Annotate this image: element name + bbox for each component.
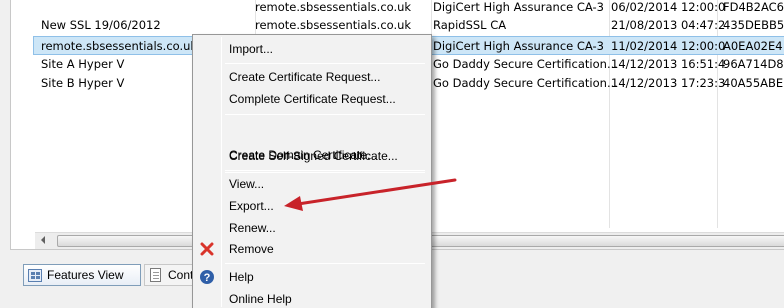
menu-item-create-self-signed-certificate[interactable]: Create Self-Signed Certificate... [195, 145, 429, 167]
cert-expiration: 14/12/2013 16:51:41 [611, 57, 726, 71]
menu-separator [225, 63, 425, 64]
cert-issued-to: remote.sbsessentials.co.uk [255, 18, 412, 32]
features-view-icon [28, 269, 42, 282]
menu-item-label: Export... [229, 199, 274, 213]
menu-item-label: Create Certificate Request... [229, 70, 381, 84]
menu-item-import[interactable]: Import... [195, 38, 429, 60]
cert-hash: A0EA02E4 [723, 39, 783, 53]
help-icon: ? [199, 269, 215, 285]
menu-separator [225, 114, 425, 115]
menu-item-label: Help [229, 270, 254, 284]
cert-expiration: 11/02/2014 12:00:00 [611, 39, 726, 53]
cert-hash: 96A714D8 [723, 57, 784, 71]
menu-item-label: Remove [229, 242, 274, 256]
cert-name: New SSL 19/06/2012 [41, 18, 161, 32]
features-view-label: Features View [47, 268, 124, 282]
cert-hash: 40A55ABE [723, 76, 784, 90]
red-x-icon [199, 241, 215, 257]
features-view-tab[interactable]: Features View [23, 264, 141, 286]
menu-item-online-help[interactable]: Online Help [195, 288, 429, 308]
menu-item-label: Complete Certificate Request... [229, 92, 396, 106]
menu-item-renew[interactable]: Renew... [195, 217, 429, 239]
cert-expiration: 21/08/2013 04:47:23 [611, 18, 726, 32]
menu-item-view[interactable]: View... [195, 173, 429, 195]
menu-separator [225, 170, 425, 171]
menu-item-help[interactable]: ? Help [195, 266, 429, 288]
menu-separator [225, 263, 425, 264]
table-row[interactable]: remote.sbsessentials.co.uk DigiCert High… [11, 0, 784, 17]
cert-issued-to: remote.sbsessentials.co.uk [255, 0, 412, 14]
menu-item-label: Import... [229, 42, 274, 56]
menu-item-complete-certificate-request[interactable]: Complete Certificate Request... [195, 88, 429, 110]
menu-item-label: Online Help [229, 292, 292, 306]
cert-hash: 435DEBB5 [723, 18, 784, 32]
menu-item-create-certificate-request[interactable]: Create Certificate Request... [195, 66, 429, 88]
scroll-left-arrow-icon[interactable] [41, 236, 45, 244]
content-view-icon [150, 268, 161, 282]
menu-item-label: Renew... [229, 221, 276, 235]
cert-hash: FD4B2AC6 [723, 0, 784, 14]
context-menu: Import... Create Certificate Request... … [192, 34, 432, 308]
menu-item-label: View... [229, 177, 265, 191]
svg-text:?: ? [204, 272, 211, 284]
cert-expiration: 14/12/2013 17:23:33 [611, 76, 726, 90]
cert-expiration: 06/02/2014 12:00:00 [611, 0, 726, 14]
menu-item-remove[interactable]: Remove [195, 238, 429, 260]
menu-item-label: Create Self-Signed Certificate... [229, 149, 398, 163]
table-row[interactable]: New SSL 19/06/2012 remote.sbsessentials.… [11, 16, 784, 35]
cert-name [41, 0, 271, 17]
menu-item-export[interactable]: Export... [195, 195, 429, 217]
